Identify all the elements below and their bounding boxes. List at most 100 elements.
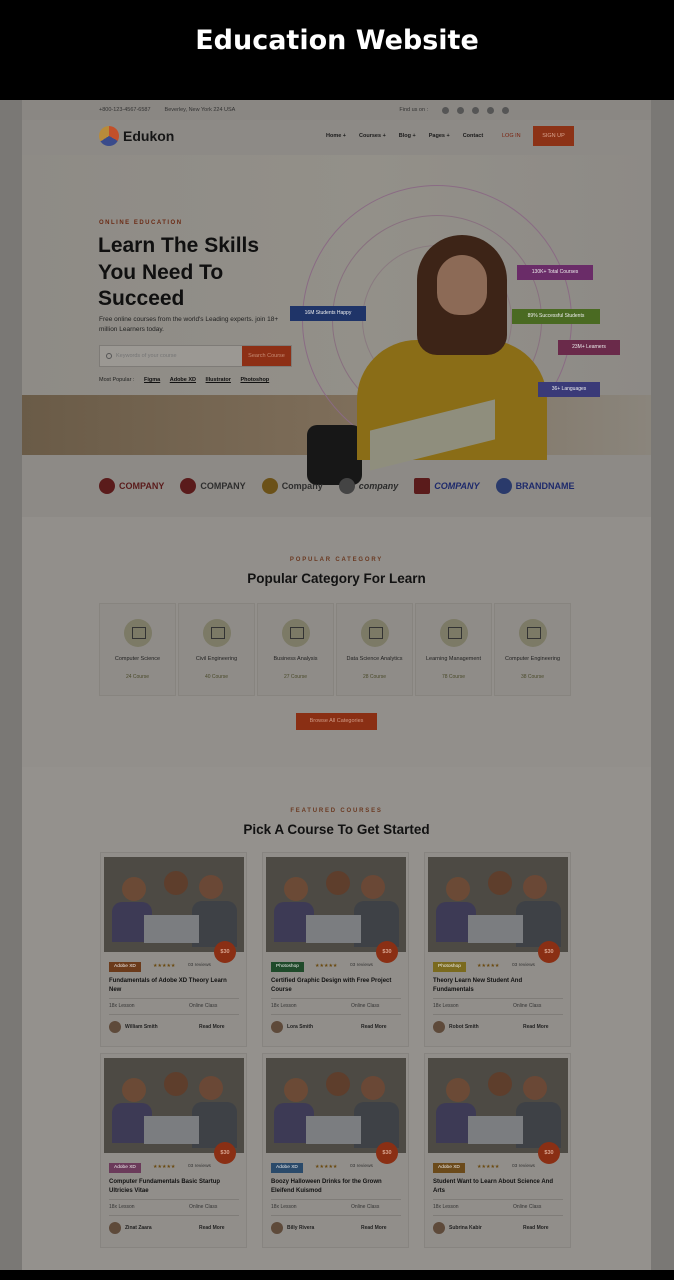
category-card[interactable]: Learning Management 78 Course <box>415 603 492 696</box>
screenshot-page: +800-123-4567-6587 Beverley, New York 22… <box>0 100 674 1270</box>
divider <box>271 998 401 999</box>
courses-kicker: FEATURED COURSES <box>290 808 383 814</box>
stat-tag: 36+ Languages <box>538 382 600 397</box>
facebook-icon[interactable] <box>442 106 450 114</box>
author-name[interactable]: Zinat Zaara <box>125 1225 152 1231</box>
category-card[interactable]: Computer Science 24 Course <box>99 603 176 696</box>
author-name[interactable]: Lora Smith <box>287 1024 313 1030</box>
rss-icon[interactable] <box>502 106 510 114</box>
popular-tag[interactable]: Illustrator <box>206 377 231 383</box>
read-more-link[interactable]: Read More <box>199 1225 225 1231</box>
course-title[interactable]: Computer Fundamentals Basic Startup Ultr… <box>109 1178 234 1195</box>
vimeo-icon[interactable] <box>472 106 480 114</box>
twitter-icon[interactable] <box>457 106 465 114</box>
course-title[interactable]: Theory Learn New Student And Fundamental… <box>433 977 558 994</box>
course-title[interactable]: Student Want to Learn About Science And … <box>433 1178 558 1195</box>
read-more-link[interactable]: Read More <box>523 1225 549 1231</box>
skype-icon[interactable] <box>487 106 495 114</box>
course-title[interactable]: Boozy Halloween Drinks for the Grown Ele… <box>271 1178 396 1195</box>
course-image <box>428 1058 568 1153</box>
category-card[interactable]: Civil Engineering 40 Course <box>178 603 255 696</box>
rating-stars-icon: ★★★★★ <box>477 1164 500 1170</box>
class-mode: Online Class <box>189 1204 218 1210</box>
course-card[interactable]: $30 Photoshop ★★★★★ 03 reviews Theory Learn … <box>424 852 571 1047</box>
rating-stars-icon: ★★★★★ <box>315 963 338 969</box>
category-count: 40 Course <box>204 674 229 680</box>
course-title[interactable]: Certified Graphic Design with Free Proje… <box>271 977 396 994</box>
find-us-label: Find us on : <box>399 107 429 113</box>
logo-icon <box>99 126 119 146</box>
browse-categories-button[interactable]: Browse All Categories <box>296 713 377 730</box>
popular-tag[interactable]: Adobe XD <box>170 377 196 383</box>
category-badge[interactable]: Adobe XD <box>109 962 141 972</box>
category-badge[interactable]: Adobe XD <box>109 1163 141 1173</box>
category-section: POPULAR CATEGORY Popular Category For Le… <box>22 517 651 767</box>
brand-logo: COMPANY <box>180 478 246 494</box>
category-count: 28 Course <box>362 674 387 680</box>
nav-courses[interactable]: Courses + <box>359 133 386 139</box>
category-name: Business Analysis <box>273 656 318 662</box>
address-text: Beverley, New York 224 USA <box>164 107 236 113</box>
popular-tag[interactable]: Figma <box>144 377 160 383</box>
category-card[interactable]: Computer Engineering 38 Course <box>494 603 571 696</box>
analytics-icon <box>361 619 389 647</box>
review-count: 03 reviews <box>188 963 211 968</box>
class-mode: Online Class <box>189 1003 218 1009</box>
read-more-link[interactable]: Read More <box>361 1225 387 1231</box>
course-image <box>104 857 244 952</box>
category-card[interactable]: Business Analysis 27 Course <box>257 603 334 696</box>
category-count: 27 Course <box>283 674 308 680</box>
login-link[interactable]: LOG IN <box>502 133 521 139</box>
search-input[interactable] <box>116 353 236 359</box>
course-card[interactable]: $30 Adobe XD ★★★★★ 03 reviews Student Want t… <box>424 1053 571 1248</box>
rating-stars-icon: ★★★★★ <box>153 1164 176 1170</box>
course-card[interactable]: $30 Adobe XD ★★★★★ 03 reviews Computer Funda… <box>100 1053 247 1248</box>
signup-button[interactable]: SIGN UP <box>533 126 574 146</box>
brand-icon <box>180 478 197 494</box>
read-more-link[interactable]: Read More <box>361 1024 387 1030</box>
course-card[interactable]: $30 Photoshop ★★★★★ 03 reviews Certified Gra… <box>262 852 409 1047</box>
popular-tag[interactable]: Photoshop <box>240 377 269 383</box>
review-count: 03 reviews <box>512 1164 535 1169</box>
course-card[interactable]: $30 Adobe XD ★★★★★ 03 reviews Boozy Hallowee… <box>262 1053 409 1248</box>
mobile-icon <box>440 619 468 647</box>
lesson-count: 18x Lesson <box>109 1204 135 1210</box>
search-course-button[interactable]: Search Course <box>242 346 291 366</box>
search-icon <box>106 353 112 359</box>
class-mode: Online Class <box>513 1204 542 1210</box>
course-image <box>266 857 406 952</box>
review-count: 03 reviews <box>512 963 535 968</box>
laptop-icon <box>519 619 547 647</box>
nav-pages[interactable]: Pages + <box>429 133 450 139</box>
category-badge[interactable]: Photoshop <box>271 962 304 972</box>
course-card[interactable]: $30 Adobe XD ★★★★★ 03 reviews Fundamentals o… <box>100 852 247 1047</box>
avatar <box>109 1222 121 1234</box>
brand-icon <box>99 478 115 494</box>
brand-name: company <box>358 481 399 491</box>
site-logo[interactable]: Edukon <box>99 126 174 146</box>
author-name[interactable]: William Smith <box>125 1024 158 1030</box>
category-badge[interactable]: Adobe XD <box>433 1163 465 1173</box>
website: +800-123-4567-6587 Beverley, New York 22… <box>22 100 651 1270</box>
nav-contact[interactable]: Contact <box>463 133 483 139</box>
author-name[interactable]: Billy Rivera <box>287 1225 314 1231</box>
courses-title: Pick A Course To Get Started <box>243 822 430 837</box>
logo-text: Edukon <box>123 128 175 144</box>
category-name: Learning Management <box>425 656 482 662</box>
nav-home[interactable]: Home + <box>326 133 346 139</box>
nav-blog[interactable]: Blog + <box>399 133 416 139</box>
read-more-link[interactable]: Read More <box>523 1024 549 1030</box>
read-more-link[interactable]: Read More <box>199 1024 225 1030</box>
category-card[interactable]: Data Science Analytics 28 Course <box>336 603 413 696</box>
category-badge[interactable]: Photoshop <box>433 962 466 972</box>
stat-tag: 130K+ Total Courses <box>517 265 593 280</box>
course-title[interactable]: Fundamentals of Adobe XD Theory Learn Ne… <box>109 977 234 994</box>
author-name[interactable]: Robot Smith <box>449 1024 479 1030</box>
price-badge: $30 <box>538 941 560 963</box>
category-count: 38 Course <box>520 674 545 680</box>
category-badge[interactable]: Adobe XD <box>271 1163 303 1173</box>
author-name[interactable]: Subrina Kabir <box>449 1225 482 1231</box>
blueprint-icon <box>203 619 231 647</box>
brand-name: COMPANY <box>434 481 480 491</box>
divider <box>271 1014 401 1015</box>
